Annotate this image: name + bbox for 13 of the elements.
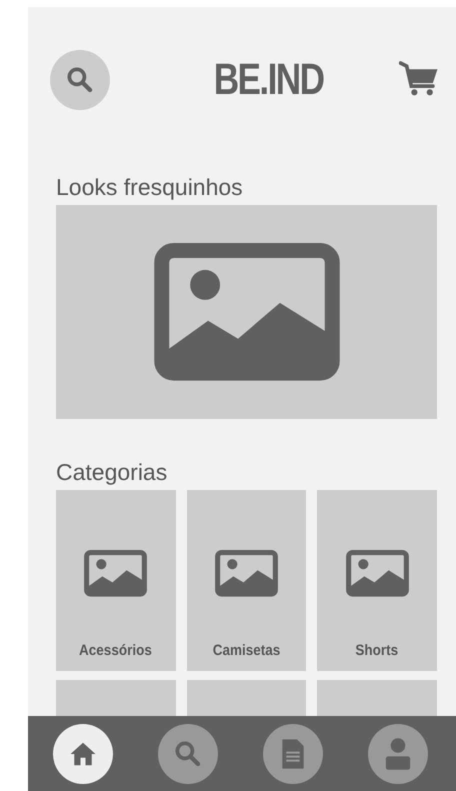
- search-icon: [65, 65, 95, 95]
- section-title: Looks fresquinhos: [56, 174, 244, 201]
- image-icon: [154, 243, 340, 381]
- image-icon: [84, 550, 148, 597]
- category-card[interactable]: Shorts: [317, 490, 437, 671]
- section-title: Categorias: [56, 459, 168, 486]
- search-icon: [172, 738, 202, 768]
- image-icon: [214, 550, 278, 597]
- category-card[interactable]: Camisetas: [186, 490, 306, 671]
- logo: BE.IND: [214, 55, 324, 105]
- image-placeholder[interactable]: [56, 205, 437, 419]
- category-card[interactable]: Acessórios: [56, 490, 176, 671]
- image-icon: [346, 550, 409, 597]
